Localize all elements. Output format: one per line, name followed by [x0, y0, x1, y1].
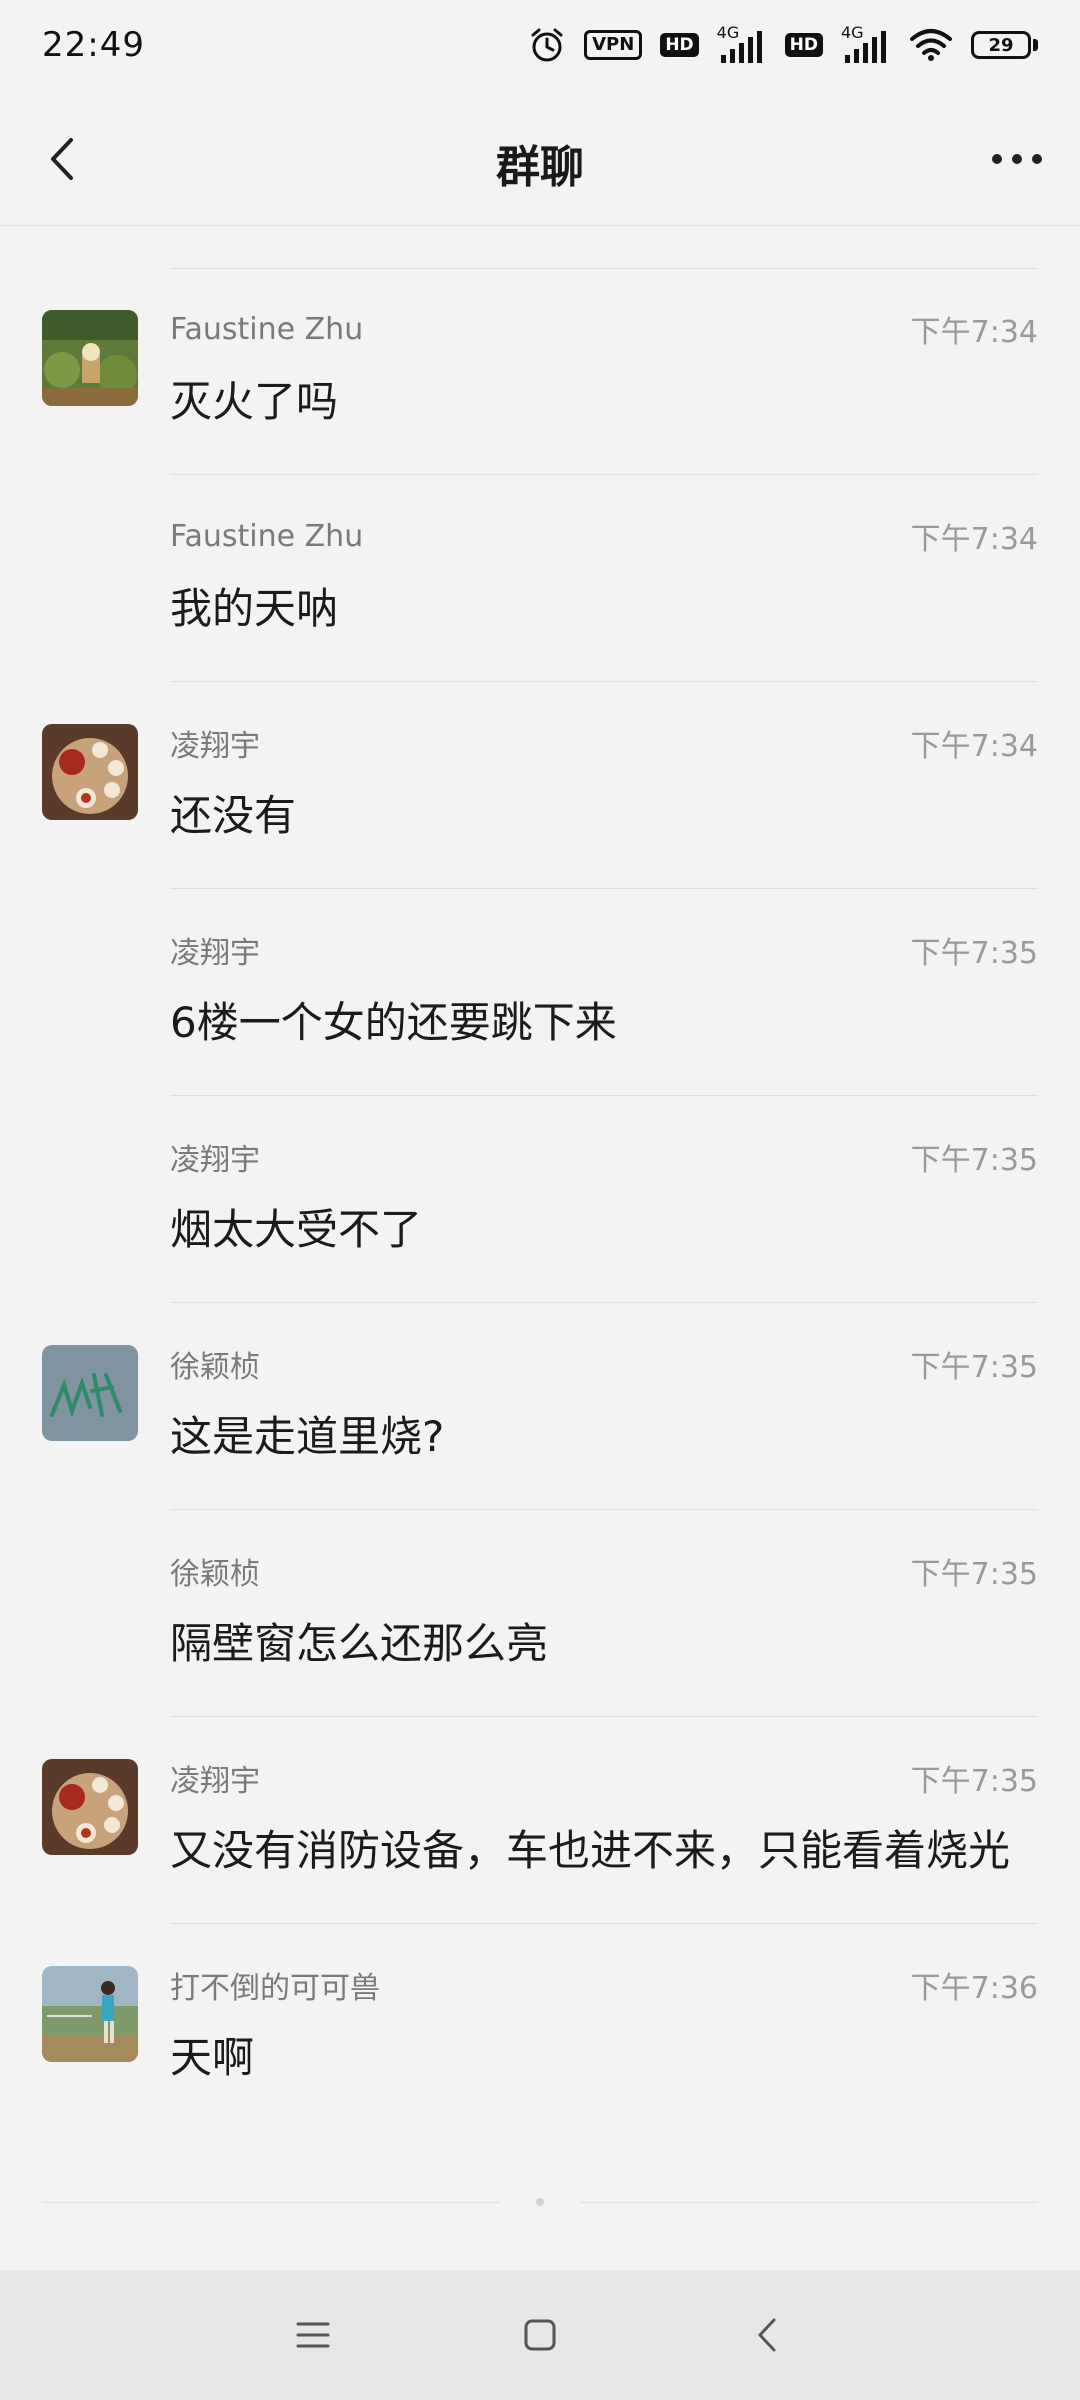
message-time: 下午7:35 [910, 1557, 1038, 1592]
message-text[interactable]: 这是走道里烧? [170, 1403, 1038, 1471]
network-type-label: 4G [841, 23, 864, 42]
message-text[interactable]: 灭火了吗 [170, 368, 1038, 436]
sender-name: 徐颖桢 [170, 1557, 260, 1592]
message-item[interactable]: Faustine Zhu 下午7:34 我的天呐 [0, 475, 1080, 682]
signal-icon: 4G [841, 23, 891, 65]
message-item[interactable]: 凌翔宇 下午7:35 6楼一个女的还要跳下来 [0, 889, 1080, 1096]
screen: 22:49 VPN HD 4G HD 4G 29 群聊 Faustine Zhu… [0, 0, 1080, 2400]
message-text[interactable]: 6楼一个女的还要跳下来 [170, 989, 1038, 1057]
wifi-icon [909, 27, 953, 63]
sender-name: 凌翔宇 [170, 729, 260, 764]
end-of-list-marker [42, 2198, 1038, 2206]
back-button[interactable] [28, 124, 98, 194]
chevron-left-icon [51, 138, 73, 180]
message-time: 下午7:34 [910, 522, 1038, 557]
sender-name: Faustine Zhu [170, 311, 364, 347]
message-text[interactable]: 还没有 [170, 782, 1038, 850]
sender-name: 凌翔宇 [170, 1764, 260, 1799]
sender-name: 徐颖桢 [170, 1350, 260, 1385]
battery-level: 29 [971, 31, 1031, 59]
battery-icon: 29 [971, 31, 1038, 59]
message-item[interactable]: 打不倒的可可兽 下午7:36 天啊 [0, 1924, 1080, 2130]
status-icons: VPN HD 4G HD 4G 29 [528, 23, 1038, 65]
home-button[interactable] [500, 2295, 580, 2375]
message-time: 下午7:35 [910, 1350, 1038, 1385]
message-text[interactable]: 天啊 [170, 2024, 1038, 2092]
hd-icon: HD [660, 33, 699, 57]
message-text[interactable]: 又没有消防设备，车也进不来，只能看着烧光 [170, 1817, 1038, 1885]
avatar[interactable] [42, 1966, 138, 2062]
message-time: 下午7:34 [910, 729, 1038, 764]
message-item[interactable]: 徐颖桢 下午7:35 这是走道里烧? [0, 1303, 1080, 1510]
message-item[interactable]: Faustine Zhu 下午7:34 灭火了吗 [0, 268, 1080, 475]
avatar[interactable] [42, 1759, 138, 1855]
sender-name: Faustine Zhu [170, 518, 364, 554]
system-navigation-bar [0, 2270, 1080, 2400]
status-time: 22:49 [42, 25, 145, 65]
signal-icon: 4G [716, 23, 767, 65]
message-list[interactable]: Faustine Zhu 下午7:34 灭火了吗 Faustine Zhu 下午… [0, 268, 1080, 2130]
hd-icon: HD [784, 33, 823, 57]
avatar[interactable] [42, 1345, 138, 1441]
back-chevron-icon [758, 2318, 776, 2352]
sender-name: 打不倒的可可兽 [170, 1971, 380, 2006]
message-text[interactable]: 烟太大受不了 [170, 1196, 1038, 1264]
message-time: 下午7:34 [910, 315, 1038, 350]
message-text[interactable]: 隔壁窗怎么还那么亮 [170, 1610, 1038, 1678]
message-time: 下午7:35 [910, 1764, 1038, 1799]
sender-name: 凌翔宇 [170, 936, 260, 971]
alarm-icon [528, 26, 566, 64]
more-button[interactable] [982, 124, 1052, 194]
message-item[interactable]: 凌翔宇 下午7:34 还没有 [0, 682, 1080, 889]
avatar[interactable] [42, 724, 138, 820]
system-back-button[interactable] [727, 2295, 807, 2375]
avatar[interactable] [42, 310, 138, 406]
message-item[interactable]: 徐颖桢 下午7:35 隔壁窗怎么还那么亮 [0, 1510, 1080, 1717]
home-square-icon [524, 2319, 556, 2351]
network-type-label: 4G [716, 23, 740, 42]
message-time: 下午7:35 [910, 1143, 1038, 1178]
menu-icon [296, 2322, 330, 2348]
message-item[interactable]: 凌翔宇 下午7:35 又没有消防设备，车也进不来，只能看着烧光 [0, 1717, 1080, 1924]
status-bar: 22:49 VPN HD 4G HD 4G 29 [0, 0, 1080, 90]
menu-button[interactable] [273, 2295, 353, 2375]
message-time: 下午7:36 [910, 1971, 1038, 2006]
message-text[interactable]: 我的天呐 [170, 575, 1038, 643]
message-time: 下午7:35 [910, 936, 1038, 971]
message-item[interactable]: 凌翔宇 下午7:35 烟太大受不了 [0, 1096, 1080, 1303]
sender-name: 凌翔宇 [170, 1143, 260, 1178]
more-horizontal-icon [992, 154, 1042, 164]
vpn-icon: VPN [584, 30, 643, 60]
page-title: 群聊 [496, 141, 584, 193]
chat-header: 群聊 [0, 100, 1080, 226]
